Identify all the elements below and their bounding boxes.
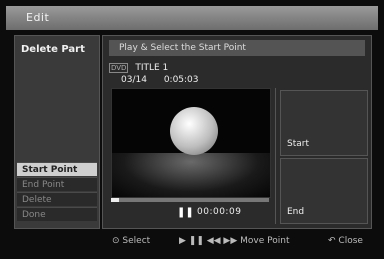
chapter-count: 03/14 (121, 75, 147, 85)
content-panel: Play & Select the Start Point DVD TITLE … (102, 35, 372, 229)
playback-timer: 00:00:09 (197, 207, 242, 217)
select-label: Select (122, 236, 151, 246)
video-floor (112, 153, 270, 197)
move-hint: ▶ ❚❚ ◀◀ ▶▶ Move Point (179, 236, 289, 246)
menu-start-point[interactable]: Start Point (17, 162, 97, 176)
title-meta: 03/14 0:05:03 (121, 75, 213, 85)
return-icon: ↶ (328, 236, 339, 246)
progress-fill (111, 198, 119, 202)
transport-icons: ▶ ❚❚ ◀◀ ▶▶ (179, 236, 241, 246)
panel-heading: Delete Part (21, 44, 85, 55)
end-label: End (287, 207, 305, 217)
menu-end-point[interactable]: End Point (17, 177, 97, 191)
video-preview (111, 88, 271, 198)
move-label: Move Point (240, 236, 290, 246)
close-hint: ↶ Close (328, 236, 363, 246)
left-panel: Delete Part Start Point End Point Delete… (14, 35, 100, 229)
end-slot[interactable]: End (280, 158, 368, 224)
instruction-text: Play & Select the Start Point (109, 40, 365, 56)
bottom-hints: ⊙ Select ▶ ❚❚ ◀◀ ▶▶ Move Point ↶ Close (14, 236, 372, 250)
edit-screen: Edit Delete Part Start Point End Point D… (0, 0, 384, 259)
close-label: Close (338, 236, 363, 246)
disc-tag: DVD (109, 63, 129, 73)
window-title: Edit (6, 6, 378, 30)
select-hint: ⊙ Select (112, 236, 150, 246)
start-slot[interactable]: Start (280, 90, 368, 156)
title-line: DVD TITLE 1 (109, 63, 168, 73)
points-column: Start End (275, 88, 368, 224)
select-icon: ⊙ (112, 236, 123, 246)
menu-done[interactable]: Done (17, 207, 97, 221)
progress-bar[interactable] (111, 198, 269, 202)
pause-icon: ❚❚ (177, 207, 194, 218)
playback-bar: ❚❚ 00:00:09 (111, 206, 269, 218)
title-text: TITLE 1 (135, 63, 169, 73)
menu-delete[interactable]: Delete (17, 192, 97, 206)
video-sphere (170, 107, 218, 155)
start-label: Start (287, 139, 309, 149)
time-code: 0:05:03 (163, 75, 199, 85)
